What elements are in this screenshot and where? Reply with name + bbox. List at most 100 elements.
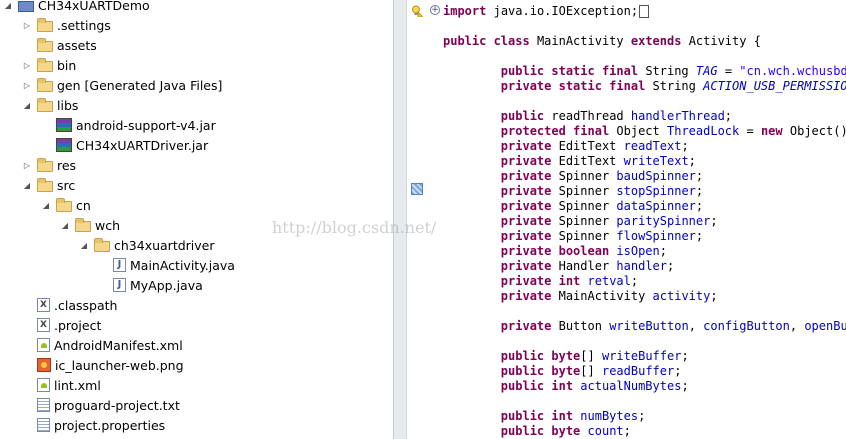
expanded-arrow-icon[interactable]: ◢: [78, 235, 90, 255]
tree-item[interactable]: CH34xUARTDriver.jar: [40, 135, 208, 155]
tree-item[interactable]: ◢ ch34xuartdriver: [78, 235, 215, 255]
code-token: ,: [789, 319, 798, 333]
code-line[interactable]: protected final Object ThreadLock = new …: [443, 124, 846, 139]
tree-item[interactable]: X .project: [21, 315, 101, 335]
code-token: private: [500, 184, 552, 198]
pane-divider[interactable]: [393, 0, 407, 439]
code-line[interactable]: private boolean isOpen;: [443, 244, 667, 259]
tree-item[interactable]: J MyApp.java: [97, 275, 203, 295]
code-token: private static final: [500, 79, 646, 93]
expanded-arrow-icon[interactable]: ◢: [21, 175, 33, 195]
text-cursor: [639, 5, 650, 18]
code-line[interactable]: private Button writeButton, configButton…: [443, 319, 846, 334]
code-line[interactable]: public byte count;: [443, 424, 631, 439]
tree-item-label: ic_launcher-web.png: [55, 357, 184, 373]
code-token: Spinner: [558, 214, 610, 228]
code-line[interactable]: public class MainActivity extends Activi…: [443, 34, 761, 49]
code-line[interactable]: public int actualNumBytes;: [443, 379, 689, 394]
code-token: ;: [681, 139, 689, 153]
fold-expand-icon[interactable]: +: [430, 5, 440, 15]
code-line[interactable]: private Spinner flowSpinner;: [443, 229, 703, 244]
expanded-arrow-icon[interactable]: ◢: [59, 215, 71, 235]
code-line[interactable]: import java.io.IOException;: [443, 4, 650, 19]
java-file-icon: J: [113, 258, 126, 272]
code-token: ;: [623, 424, 631, 438]
code-line[interactable]: public byte[] writeBuffer;: [443, 349, 689, 364]
tree-item-label: proguard-project.txt: [54, 397, 180, 413]
code-token: =: [724, 64, 733, 78]
tree-item-label: src: [57, 177, 76, 193]
code-token: private: [500, 229, 552, 243]
tree-item[interactable]: android-support-v4.jar: [40, 115, 216, 135]
tree-item[interactable]: ◢ libs: [21, 95, 78, 115]
text-file-icon: [37, 418, 50, 432]
java-file-icon: J: [113, 278, 126, 292]
expanded-arrow-icon[interactable]: ◢: [40, 195, 52, 215]
collapsed-arrow-icon[interactable]: ▷: [21, 15, 33, 35]
code-line[interactable]: private Spinner dataSpinner;: [443, 199, 703, 214]
code-line[interactable]: private Spinner baudSpinner;: [443, 169, 703, 184]
tree-item[interactable]: ▷ bin: [21, 55, 76, 75]
collapsed-arrow-icon[interactable]: ▷: [21, 75, 33, 95]
tree-item-label: bin: [57, 57, 77, 73]
warning-lightbulb-icon[interactable]: [411, 5, 423, 17]
code-line[interactable]: public int numBytes;: [443, 409, 646, 424]
collapsed-arrow-icon[interactable]: ▷: [21, 55, 33, 75]
code-line[interactable]: private Handler handler;: [443, 259, 674, 274]
code-token: activity: [652, 289, 711, 303]
tree-item-label: gen [Generated Java Files]: [57, 77, 223, 93]
code-line[interactable]: private static final String ACTION_USB_P…: [443, 79, 846, 94]
tree-item[interactable]: ▷ res: [21, 155, 76, 175]
code-token: MainActivity: [558, 289, 646, 303]
tree-item[interactable]: ▷ .settings: [21, 15, 111, 35]
code-line[interactable]: public readThread handlerThread;: [443, 109, 732, 124]
code-line[interactable]: private int retval;: [443, 274, 638, 289]
code-line[interactable]: private EditText writeText;: [443, 154, 696, 169]
tree-item[interactable]: J MainActivity.java: [97, 255, 235, 275]
code-line[interactable]: private EditText readText;: [443, 139, 689, 154]
folder-icon: [37, 177, 53, 192]
code-line[interactable]: private Spinner paritySpinner;: [443, 214, 718, 229]
tree-item-label: res: [57, 157, 77, 173]
tree-item-label: assets: [57, 37, 97, 53]
tree-item[interactable]: ◢ CH34xUARTDemo: [2, 0, 150, 15]
tree-item[interactable]: AndroidManifest.xml: [21, 335, 183, 355]
code-editor[interactable]: + import java.io.IOException; public clas…: [407, 0, 846, 439]
tree-item[interactable]: ▷ gen [Generated Java Files]: [21, 75, 222, 95]
tree-item-label: .project: [54, 317, 102, 333]
code-token: Spinner: [558, 199, 610, 213]
code-token: public class: [443, 34, 530, 48]
expanded-arrow-icon[interactable]: ◢: [21, 95, 33, 115]
android-xml-icon: [37, 338, 50, 352]
expanded-arrow-icon[interactable]: ◢: [2, 0, 14, 15]
code-token: count: [587, 424, 624, 438]
code-token: Object();: [789, 124, 846, 138]
tree-item[interactable]: proguard-project.txt: [21, 395, 180, 415]
tree-item-label: CH34xUARTDemo: [38, 0, 150, 13]
code-line[interactable]: private Spinner stopSpinner;: [443, 184, 703, 199]
tree-item[interactable]: ◢ wch: [59, 215, 120, 235]
project-icon: [18, 0, 34, 12]
code-line[interactable]: private MainActivity activity;: [443, 289, 718, 304]
code-token: new: [760, 124, 783, 138]
tree-item[interactable]: project.properties: [21, 415, 165, 435]
tree-item[interactable]: ◢ cn: [40, 195, 91, 215]
tree-item-label: .classpath: [54, 297, 118, 313]
code-token: writeButton: [609, 319, 689, 333]
tree-item[interactable]: ◢ src: [21, 175, 75, 195]
code-token: writeBuffer: [601, 349, 682, 363]
tree-item[interactable]: X .classpath: [21, 295, 117, 315]
folder-icon: [37, 57, 53, 72]
code-line[interactable]: public byte[] readBuffer;: [443, 364, 682, 379]
tree-item[interactable]: ic_launcher-web.png: [21, 355, 184, 375]
tree-item[interactable]: assets: [21, 35, 97, 55]
tree-item[interactable]: lint.xml: [21, 375, 101, 395]
code-token: ;: [695, 199, 704, 213]
collapsed-arrow-icon[interactable]: ▷: [21, 155, 33, 175]
code-token: EditText: [558, 154, 617, 168]
code-line[interactable]: public static final String TAG = "cn.wch…: [443, 64, 846, 79]
editor-ruler: +: [407, 0, 443, 439]
